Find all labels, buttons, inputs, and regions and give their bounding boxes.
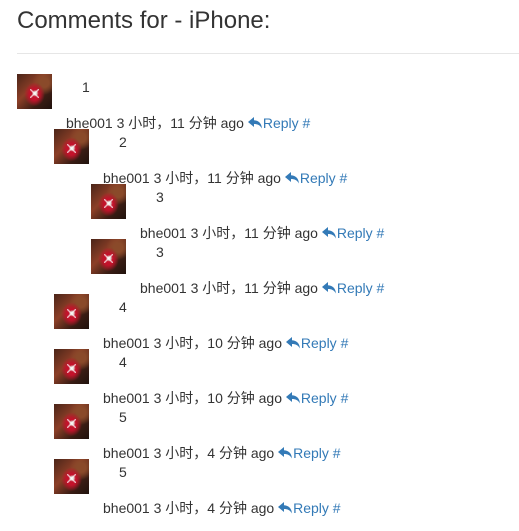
comment-author: bhe001 [103,390,150,406]
avatar [91,239,126,274]
permalink-link[interactable]: # [377,280,385,296]
comment-time: 3 小时，11 分钟 ago [190,280,318,296]
avatar [54,294,89,329]
comment-meta: bhe001 3 小时，11 分钟 ago Reply # [66,114,310,132]
reply-label: Reply [300,335,337,351]
comment-meta: bhe001 3 小时，4 分钟 ago Reply # [103,499,341,517]
reply-arrow-icon [278,502,293,514]
reply-label: Reply [300,390,337,406]
avatar [91,184,126,219]
comment-author: bhe001 [103,445,150,461]
comment-meta: bhe001 3 小时，11 分钟 ago Reply # [140,279,384,297]
comment-author: bhe001 [140,225,187,241]
permalink-link[interactable]: # [341,335,349,351]
comment-time: 3 小时，10 分钟 ago [153,335,282,351]
reply-arrow-icon [285,392,301,404]
comment-text: 5 [119,464,127,480]
permalink-link[interactable]: # [333,445,341,461]
comment-text: 3 [156,244,164,260]
comment-meta: bhe001 3 小时，4 分钟 ago Reply # [103,444,341,462]
reply-label: Reply [336,225,373,241]
reply-label: Reply [293,500,329,516]
comment-time: 3 小时，11 分钟 ago [116,115,244,131]
comment-time: 3 小时，11 分钟 ago [190,225,318,241]
comment-text: 5 [119,409,127,425]
comment-meta: bhe001 3 小时，10 分钟 ago Reply # [103,334,348,352]
comment-meta: bhe001 3 小时，11 分钟 ago Reply # [103,169,347,187]
comment-text: 3 [156,189,164,205]
comment-text: 4 [119,299,127,315]
reply-arrow-icon [278,447,293,459]
reply-arrow-icon [321,227,337,239]
avatar [54,129,89,164]
title-divider [17,53,519,54]
permalink-link[interactable]: # [303,115,311,131]
reply-arrow-icon [321,282,337,294]
reply-label: Reply [336,280,373,296]
comment-time: 3 小时，11 分钟 ago [153,170,281,186]
permalink-link[interactable]: # [333,500,341,516]
comment-text: 1 [82,79,90,95]
avatar [54,349,89,384]
reply-button[interactable]: Reply [285,335,337,351]
comment-text: 4 [119,354,127,370]
comment-meta: bhe001 3 小时，10 分钟 ago Reply # [103,389,348,407]
reply-button[interactable]: Reply [278,445,329,461]
permalink-link[interactable]: # [377,225,385,241]
avatar [54,404,89,439]
comment-author: bhe001 [103,500,150,516]
comment-time: 3 小时，4 分钟 ago [153,445,275,461]
comment-time: 3 小时，4 分钟 ago [153,500,275,516]
reply-button[interactable]: Reply [247,115,299,131]
comment-time: 3 小时，10 分钟 ago [153,390,282,406]
permalink-link[interactable]: # [340,170,348,186]
reply-label: Reply [293,445,329,461]
reply-button[interactable]: Reply [278,500,329,516]
reply-button[interactable]: Reply [285,390,337,406]
reply-label: Reply [299,170,336,186]
permalink-link[interactable]: # [341,390,349,406]
comment-meta: bhe001 3 小时，11 分钟 ago Reply # [140,224,384,242]
page-title: Comments for - iPhone: [17,7,271,34]
reply-arrow-icon [285,337,301,349]
reply-arrow-icon [247,117,263,129]
reply-button[interactable]: Reply [321,280,373,296]
reply-button[interactable]: Reply [321,225,373,241]
avatar [17,74,52,109]
comment-author: bhe001 [103,335,150,351]
reply-label: Reply [262,115,299,131]
comment-text: 2 [119,134,127,150]
comment-author: bhe001 [140,280,187,296]
reply-button[interactable]: Reply [284,170,336,186]
reply-arrow-icon [284,172,300,184]
avatar [54,459,89,494]
